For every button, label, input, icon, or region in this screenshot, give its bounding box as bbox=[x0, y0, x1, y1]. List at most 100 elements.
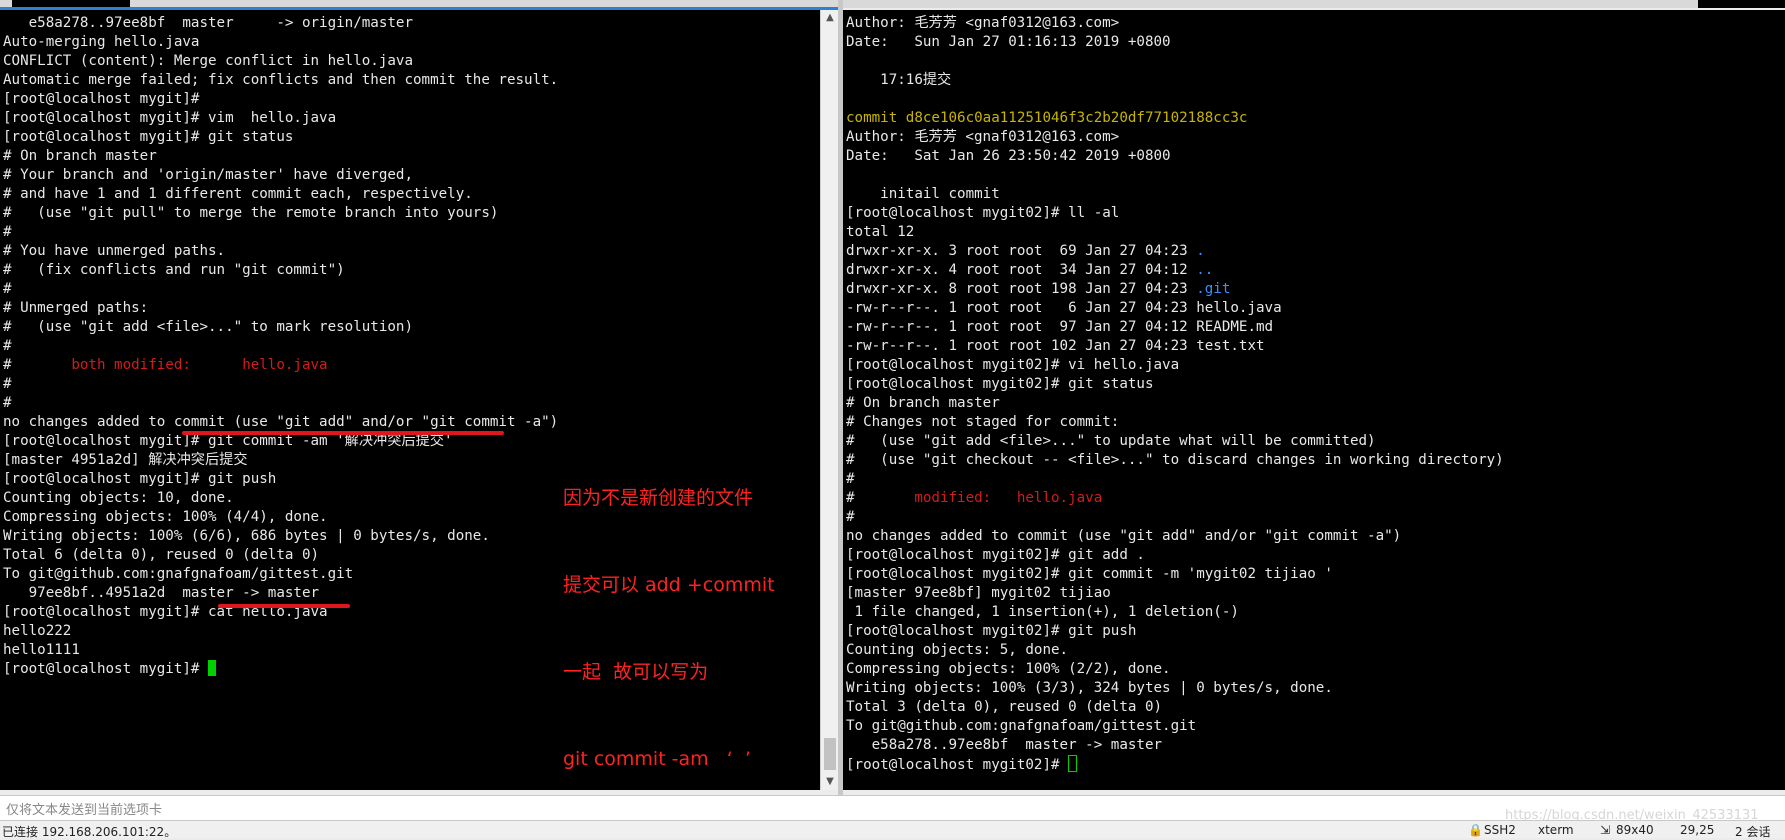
terminal-line: initail commit bbox=[846, 186, 1000, 202]
annotation-line: 一起 故可以写为 bbox=[563, 661, 709, 683]
terminal-line: # bbox=[3, 281, 12, 297]
line-spacer bbox=[191, 357, 242, 373]
terminal-line: [root@localhost mygit02]# vi hello.java bbox=[846, 357, 1180, 373]
terminal-line: no changes added to commit (use "git add… bbox=[3, 414, 559, 430]
terminal-line: e58a278..97ee8bf master -> origin/master bbox=[3, 15, 413, 31]
right-tab-bar bbox=[843, 0, 1785, 8]
terminal-line: Author: 毛芳芳 <gnaf0312@163.com> bbox=[846, 15, 1120, 31]
terminal-line: # and have 1 and 1 different commit each… bbox=[3, 186, 473, 202]
cursor bbox=[208, 660, 216, 676]
terminal-line: [root@localhost mygit02]# git status bbox=[846, 376, 1154, 392]
terminal-line: # (use "git add <file>..." to mark resol… bbox=[3, 319, 413, 335]
terminal-line: [root@localhost mygit02]# git push bbox=[846, 623, 1137, 639]
terminal-line: CONFLICT (content): Merge conflict in he… bbox=[3, 53, 413, 69]
terminal-line: [master 4951a2d] 解决冲突后提交 bbox=[3, 452, 248, 468]
modified-line: # modified: hello.java bbox=[846, 489, 1504, 508]
terminal-line: [root@localhost mygit]# vim hello.java bbox=[3, 110, 337, 126]
right-terminal[interactable]: Author: 毛芳芳 <gnaf0312@163.com> Date: Sun … bbox=[843, 10, 1785, 790]
down-arrow-icon[interactable]: ▼ bbox=[821, 774, 839, 790]
annotation-line: 因为不是新创建的文件 bbox=[563, 487, 754, 509]
terminal-line: # (use "git checkout -- <file>..." to di… bbox=[846, 452, 1504, 468]
terminal-line: Total 6 (delta 0), reused 0 (delta 0) bbox=[3, 547, 320, 563]
terminal-line: # bbox=[3, 395, 12, 411]
terminal-line: Writing objects: 100% (3/3), 324 bytes |… bbox=[846, 680, 1333, 696]
terminal-line: [root@localhost mygit02]# git add . bbox=[846, 547, 1145, 563]
line-prefix: # bbox=[846, 490, 915, 506]
annotation-line: git commit -am ‘ ’ bbox=[563, 748, 751, 770]
terminal-line: [master 97ee8bf] mygit02 tijiao bbox=[846, 585, 1111, 601]
terminal-line: To git@github.com:gnafgnafoam/gittest.gi… bbox=[846, 718, 1197, 734]
conflict-status: both modified: bbox=[71, 357, 191, 373]
line-text: drwxr-xr-x. 3 root root 69 Jan 27 04:23 bbox=[846, 243, 1197, 259]
terminal-line: [root@localhost mygit02]# ll -al bbox=[846, 205, 1120, 221]
terminal-line: [root@localhost mygit]# bbox=[3, 91, 200, 107]
dir-name: .git bbox=[1196, 281, 1231, 297]
terminal-line: # On branch master bbox=[3, 148, 157, 164]
conflict-file: hello.java bbox=[242, 357, 328, 373]
terminal-line: [root@localhost mygit]# bbox=[3, 660, 558, 679]
line-prefix: # bbox=[3, 357, 72, 373]
line-spacer bbox=[991, 490, 1017, 506]
terminal-line: Counting objects: 5, done. bbox=[846, 642, 1069, 658]
terminal-line: Automatic merge failed; fix conflicts an… bbox=[3, 72, 559, 88]
terminal-line: # On branch master bbox=[846, 395, 1000, 411]
terminal-line: # bbox=[3, 224, 12, 240]
terminal-line: # You have unmerged paths. bbox=[3, 243, 226, 259]
terminal-line: # bbox=[846, 509, 855, 525]
terminal-line: [root@localhost mygit02]# bbox=[846, 755, 1504, 774]
line-text: drwxr-xr-x. 8 root root 198 Jan 27 04:23 bbox=[846, 281, 1197, 297]
terminal-line: # Your branch and 'origin/master' have d… bbox=[3, 167, 413, 183]
tab-right-session[interactable] bbox=[1698, 0, 1785, 8]
terminal-line: 97ee8bf..4951a2d master -> master bbox=[3, 585, 320, 601]
terminal-line: drwxr-xr-x. 4 root root 34 Jan 27 04:12 … bbox=[846, 261, 1504, 280]
left-scrollbar[interactable]: ▲ ▼ bbox=[820, 10, 839, 790]
terminal-line: -rw-r--r--. 1 root root 6 Jan 27 04:23 h… bbox=[846, 300, 1282, 316]
line-text: drwxr-xr-x. 4 root root 34 Jan 27 04:12 bbox=[846, 262, 1197, 278]
terminal-line: hello222 bbox=[3, 623, 72, 639]
terminal-line: drwxr-xr-x. 3 root root 69 Jan 27 04:23 … bbox=[846, 242, 1504, 261]
scrollbar-thumb[interactable] bbox=[824, 738, 836, 770]
terminal-line: e58a278..97ee8bf master -> master bbox=[846, 737, 1163, 753]
terminal-line: Total 3 (delta 0), reused 0 (delta 0) bbox=[846, 699, 1163, 715]
terminal-line: 17:16提交 bbox=[846, 72, 952, 88]
left-terminal-output: e58a278..97ee8bf master -> origin/master… bbox=[3, 14, 558, 679]
terminal-line: hello1111 bbox=[3, 642, 80, 658]
annotation-note: 因为不是新创建的文件 提交可以 add +commit 一起 故可以写为 git… bbox=[563, 426, 775, 803]
terminal-line: -rw-r--r--. 1 root root 97 Jan 27 04:12 … bbox=[846, 319, 1274, 335]
terminal-line: commit d8ce106c0aa11251046f3c2b20df77102… bbox=[846, 110, 1248, 126]
terminal-line: # bbox=[3, 338, 12, 354]
terminal-line: # (use "git pull" to merge the remote br… bbox=[3, 205, 499, 221]
dir-name: .. bbox=[1196, 262, 1214, 278]
resize-icon: ⇲ bbox=[1600, 823, 1611, 837]
terminal-line: Writing objects: 100% (6/6), 686 bytes |… bbox=[3, 528, 490, 544]
terminal-line: [root@localhost mygit]# git status bbox=[3, 129, 294, 145]
terminal-line: # bbox=[3, 376, 12, 392]
terminal-line: no changes added to commit (use "git add… bbox=[846, 528, 1402, 544]
terminal-line: [root@localhost mygit]# git push bbox=[3, 471, 277, 487]
terminal-line: # bbox=[846, 471, 855, 487]
terminal-line: Author: 毛芳芳 <gnaf0312@163.com> bbox=[846, 129, 1120, 145]
terminal-line: Auto-merging hello.java bbox=[3, 34, 200, 50]
modified-file: hello.java bbox=[1016, 490, 1103, 506]
terminal-line: Date: Sat Jan 26 23:50:42 2019 +0800 bbox=[846, 148, 1171, 164]
annotation-line: 提交可以 add +commit bbox=[563, 574, 775, 596]
terminal-line: drwxr-xr-x. 8 root root 198 Jan 27 04:23… bbox=[846, 280, 1504, 299]
connection-status: 已连接 192.168.206.101:22。 bbox=[2, 825, 177, 839]
cursor-position: 29,25 bbox=[1680, 823, 1715, 837]
terminal-line: # (fix conflicts and run "git commit") bbox=[3, 262, 345, 278]
terminal-line: # Changes not staged for commit: bbox=[846, 414, 1120, 430]
status-bar: 已连接 192.168.206.101:22。 🔒 SSH2 xterm ⇲ 8… bbox=[0, 821, 1785, 839]
session-count: 2 会话 bbox=[1735, 825, 1771, 839]
terminal-line: To git@github.com:gnafgnafoam/gittest.gi… bbox=[3, 566, 354, 582]
terminal-line: # Unmerged paths: bbox=[3, 300, 149, 316]
right-terminal-output: Author: 毛芳芳 <gnaf0312@163.com> Date: Sun … bbox=[846, 14, 1504, 774]
terminal-line: Date: Sun Jan 27 01:16:13 2019 +0800 bbox=[846, 34, 1171, 50]
terminal-line: [root@localhost mygit02]# git commit -m … bbox=[846, 566, 1333, 582]
protocol-label: SSH2 bbox=[1484, 823, 1516, 837]
terminal-line: Compressing objects: 100% (4/4), done. bbox=[3, 509, 328, 525]
cursor bbox=[1068, 755, 1078, 772]
up-arrow-icon[interactable]: ▲ bbox=[821, 10, 839, 26]
